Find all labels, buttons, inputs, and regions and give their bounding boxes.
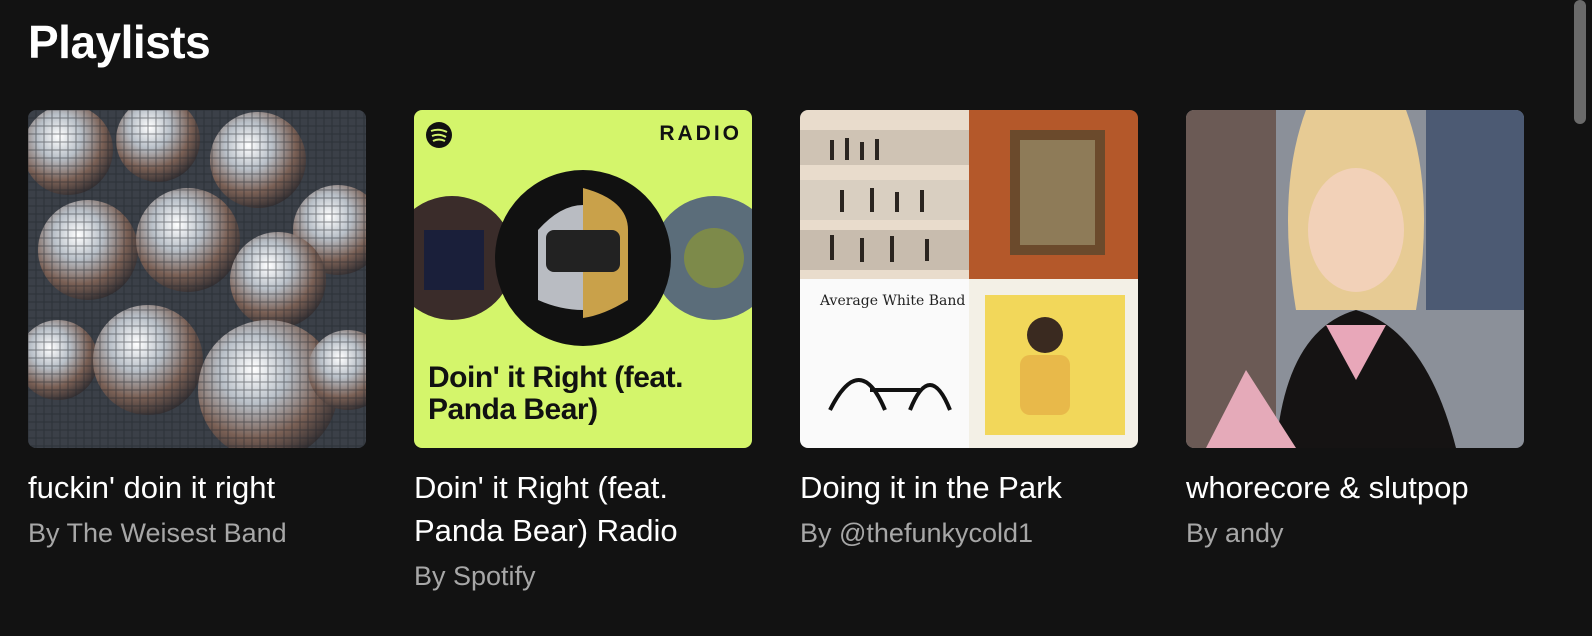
- playlist-grid: fuckin' doin it right By The Weisest Ban…: [28, 110, 1524, 594]
- cover-title: Doin' it Right (feat. Panda Bear): [428, 361, 683, 426]
- playlist-card[interactable]: RADIO Doin' it Right (feat. Panda Bear) …: [414, 110, 752, 594]
- playlist-card[interactable]: Average White Band Doing it in the Park …: [800, 110, 1138, 594]
- playlist-owner[interactable]: By @thefunkycold1: [800, 515, 1138, 551]
- playlist-title[interactable]: whorecore & slutpop: [1186, 466, 1524, 509]
- svg-text:Average White Band: Average White Band: [819, 293, 965, 309]
- playlist-cover-album-mosaic[interactable]: Average White Band: [800, 110, 1138, 448]
- playlist-cover-radio[interactable]: RADIO Doin' it Right (feat. Panda Bear): [414, 110, 752, 448]
- playlist-owner[interactable]: By The Weisest Band: [28, 515, 366, 551]
- playlist-title[interactable]: Doin' it Right (feat. Panda Bear) Radio: [414, 466, 752, 552]
- vertical-scrollbar[interactable]: [1568, 0, 1592, 636]
- scrollbar-thumb[interactable]: [1574, 0, 1586, 124]
- playlist-cover-movie-still[interactable]: [1186, 110, 1524, 448]
- section-title: Playlists: [28, 16, 211, 68]
- playlist-cover-disco-balls[interactable]: [28, 110, 366, 448]
- radio-badge: RADIO: [659, 122, 742, 145]
- playlist-owner[interactable]: By andy: [1186, 515, 1524, 551]
- playlist-owner[interactable]: By Spotify: [414, 558, 752, 594]
- playlist-title[interactable]: Doing it in the Park: [800, 466, 1138, 509]
- playlist-title[interactable]: fuckin' doin it right: [28, 466, 366, 509]
- playlist-card[interactable]: fuckin' doin it right By The Weisest Ban…: [28, 110, 366, 594]
- playlist-card[interactable]: whorecore & slutpop By andy: [1186, 110, 1524, 594]
